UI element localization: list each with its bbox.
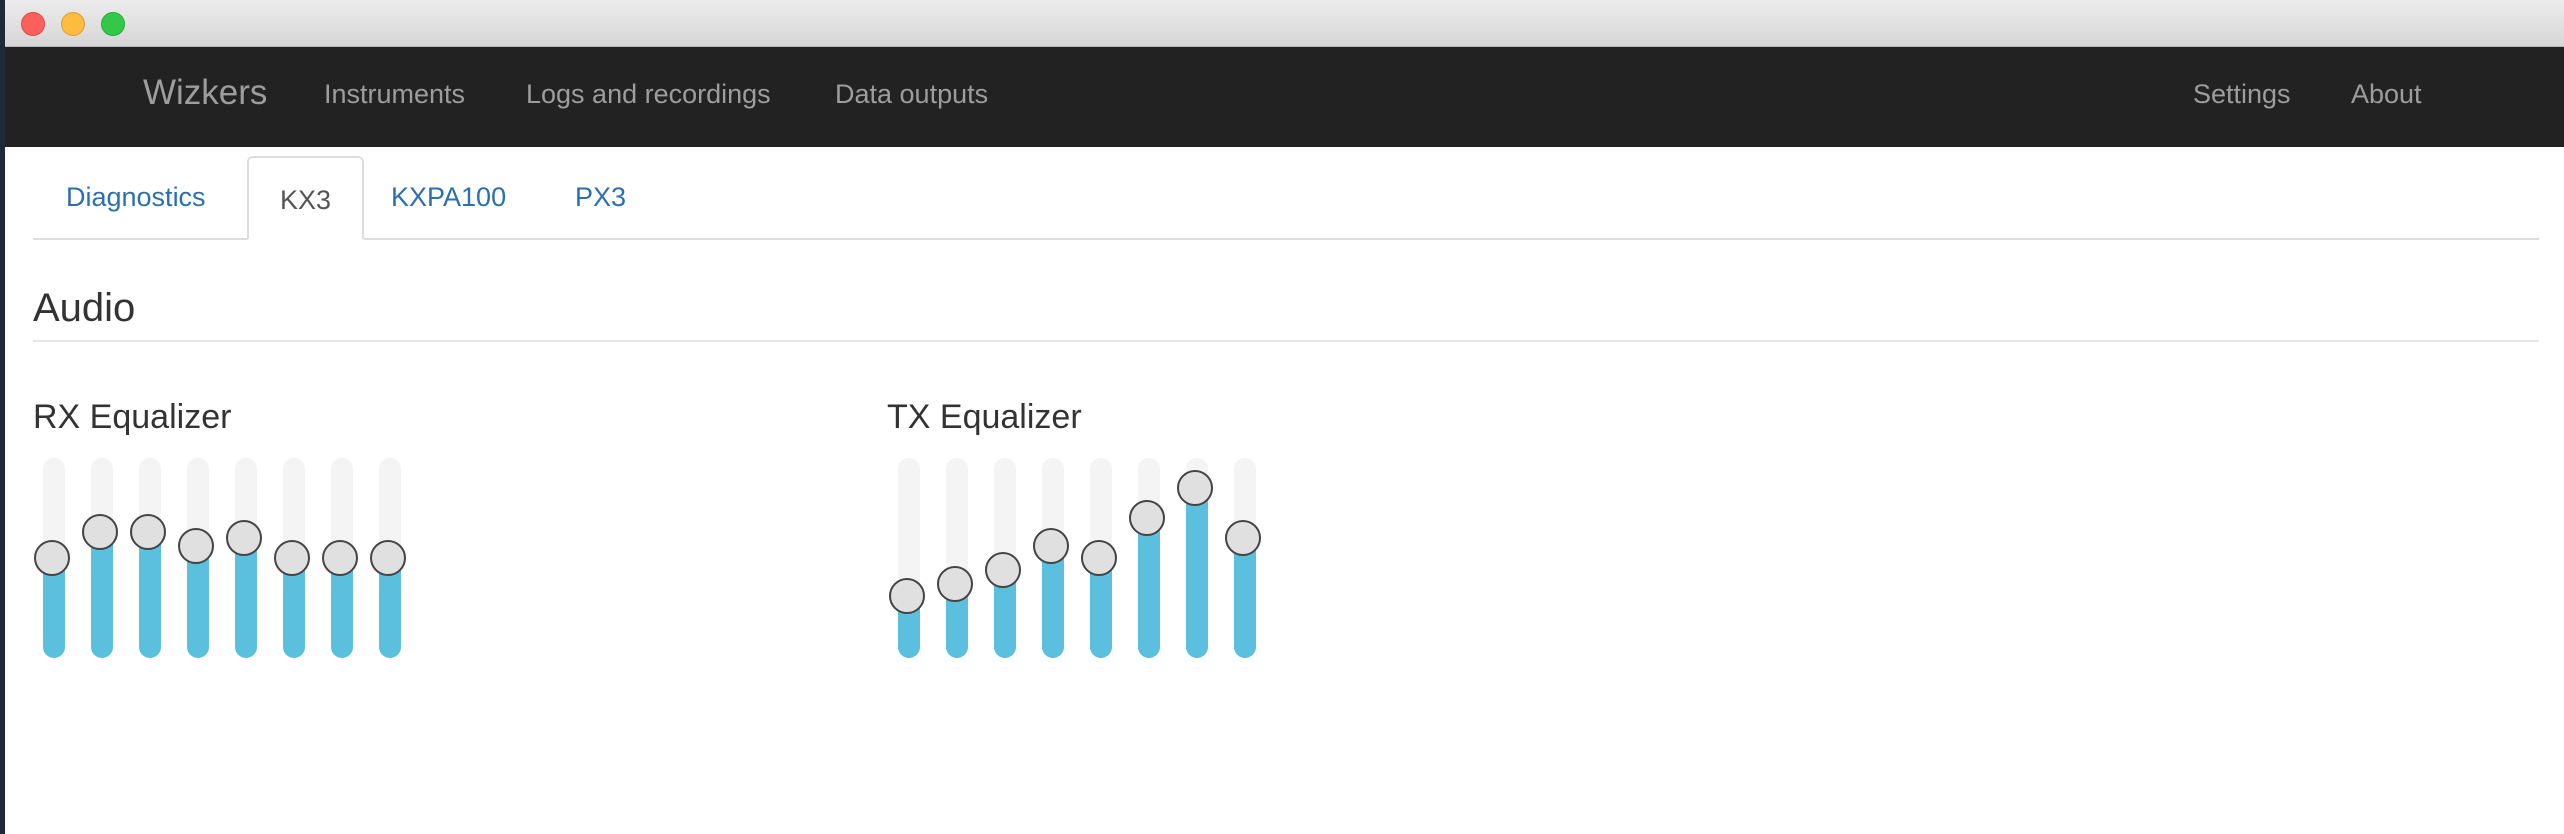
tx-eq-band-1-handle[interactable] (889, 578, 925, 614)
rx-eq-band-1-slider[interactable] (34, 458, 70, 658)
tx-eq-band-3-slider[interactable] (985, 458, 1021, 658)
tx-eq-band-6-fill (1138, 518, 1160, 658)
tx-eq-band-5-handle[interactable] (1081, 540, 1117, 576)
tx-eq-band-4-handle[interactable] (1033, 528, 1069, 564)
tab-diagnostics[interactable]: Diagnostics (66, 182, 206, 213)
rx-eq-band-6-handle[interactable] (274, 540, 310, 576)
tx-eq-band-1-slider[interactable] (889, 458, 925, 658)
tx-eq-band-8-fill (1234, 538, 1256, 658)
rx-eq-band-1-handle[interactable] (34, 540, 70, 576)
rx-equalizer-title: RX Equalizer (33, 398, 232, 436)
section-divider (33, 340, 2539, 342)
rx-eq-band-5-slider[interactable] (226, 458, 262, 658)
tab-px3[interactable]: PX3 (575, 182, 626, 213)
tx-eq-band-8-handle[interactable] (1225, 520, 1261, 556)
rx-eq-band-7-slider[interactable] (322, 458, 358, 658)
rx-eq-band-5-fill (235, 538, 257, 658)
tx-eq-band-6-slider[interactable] (1129, 458, 1165, 658)
instrument-tabs: Diagnostics KX3 KXPA100 PX3 (33, 156, 2539, 240)
tx-eq-band-6-handle[interactable] (1129, 500, 1165, 536)
rx-eq-band-4-slider[interactable] (178, 458, 214, 658)
rx-eq-band-2-slider[interactable] (82, 458, 118, 658)
rx-eq-band-2-fill (91, 532, 113, 658)
tx-eq-band-4-slider[interactable] (1033, 458, 1069, 658)
rx-eq-band-8-slider[interactable] (370, 458, 406, 658)
nav-data-outputs[interactable]: Data outputs (835, 79, 988, 110)
tx-equalizer-title: TX Equalizer (887, 398, 1082, 436)
nav-logs-recordings[interactable]: Logs and recordings (526, 79, 771, 110)
rx-eq-band-6-slider[interactable] (274, 458, 310, 658)
tx-eq-band-2-handle[interactable] (937, 566, 973, 602)
zoom-window-button[interactable] (101, 12, 125, 36)
rx-eq-band-8-handle[interactable] (370, 540, 406, 576)
tx-eq-band-7-slider[interactable] (1177, 458, 1213, 658)
title-bar (5, 0, 2564, 47)
rx-eq-band-3-handle[interactable] (130, 514, 166, 550)
minimize-window-button[interactable] (61, 12, 85, 36)
app-window: Wizkers Instruments Logs and recordings … (5, 0, 2564, 834)
rx-eq-band-5-handle[interactable] (226, 520, 262, 556)
nav-about[interactable]: About (2351, 79, 2422, 110)
close-window-button[interactable] (21, 12, 45, 36)
tx-eq-band-2-slider[interactable] (937, 458, 973, 658)
rx-eq-band-3-fill (139, 532, 161, 658)
nav-settings[interactable]: Settings (2193, 79, 2291, 110)
rx-eq-band-2-handle[interactable] (82, 514, 118, 550)
rx-eq-band-4-handle[interactable] (178, 528, 214, 564)
top-navbar: Wizkers Instruments Logs and recordings … (5, 47, 2564, 147)
rx-eq-band-3-slider[interactable] (130, 458, 166, 658)
section-title-audio: Audio (33, 286, 136, 330)
tab-kxpa100[interactable]: KXPA100 (391, 182, 506, 213)
rx-equalizer-sliders (34, 458, 423, 662)
nav-instruments[interactable]: Instruments (324, 79, 465, 110)
tx-eq-band-8-slider[interactable] (1225, 458, 1261, 658)
tab-kx3[interactable]: KX3 (247, 156, 365, 240)
brand-link[interactable]: Wizkers (143, 73, 267, 113)
tx-eq-band-7-fill (1186, 488, 1208, 658)
tx-eq-band-3-handle[interactable] (985, 552, 1021, 588)
tx-equalizer-sliders (889, 458, 1278, 662)
rx-eq-band-7-handle[interactable] (322, 540, 358, 576)
tx-eq-band-5-slider[interactable] (1081, 458, 1117, 658)
tx-eq-band-7-handle[interactable] (1177, 470, 1213, 506)
